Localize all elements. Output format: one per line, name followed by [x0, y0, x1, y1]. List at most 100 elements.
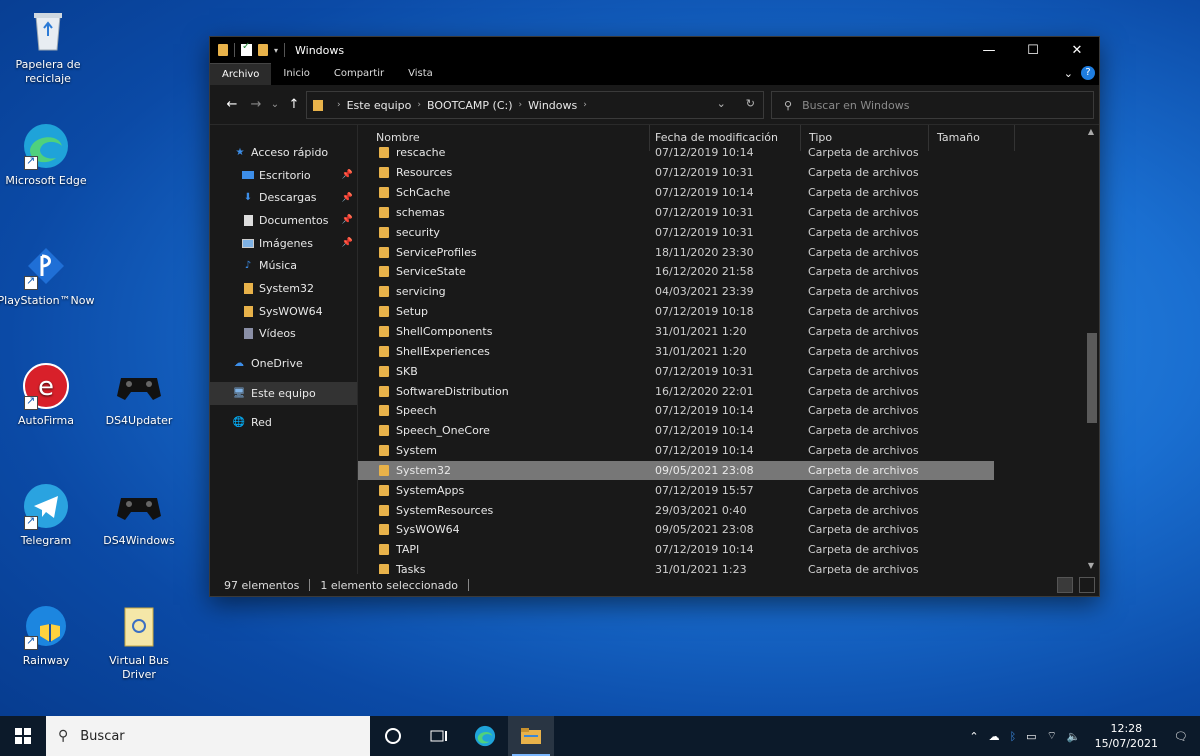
show-hidden-icons-icon[interactable]: ⌃	[969, 730, 978, 743]
table-row[interactable]: System32 09/05/2021 23:08 Carpeta de archi…	[358, 460, 994, 481]
nav-item-escritorio[interactable]: Escritorio 📌	[210, 164, 357, 187]
desktop-icon-ds4updater[interactable]: DS4Updater	[91, 362, 187, 428]
tab-archivo[interactable]: Archivo	[210, 63, 272, 85]
table-row[interactable]: SysWOW64 09/05/2021 23:08 Carpeta de archi…	[358, 520, 1081, 540]
table-row[interactable]: Setup 07/12/2019 10:18 Carpeta de archivos	[358, 302, 1081, 322]
address-history-icon[interactable]: ⌄	[717, 97, 726, 110]
nav-item-videos[interactable]: Vídeos	[210, 323, 357, 346]
address-bar[interactable]: › Este equipo › BOOTCAMP (C:) › Windows …	[306, 91, 764, 119]
chevron-right-icon: ›	[337, 100, 341, 110]
nav-item-syswow64[interactable]: SysWOW64	[210, 300, 357, 323]
table-row[interactable]: SystemResources 29/03/2021 0:40 Carpeta de…	[358, 500, 1081, 520]
table-row[interactable]: Speech_OneCore 07/12/2019 10:14 Carpeta de…	[358, 421, 1081, 441]
desktop-icon-playstation-now[interactable]: PlayStation™Now	[0, 242, 95, 308]
table-row[interactable]: ServiceState 16/12/2020 21:58 Carpeta de a…	[358, 262, 1081, 282]
cortana-button[interactable]	[370, 716, 416, 756]
taskbar-file-explorer[interactable]	[508, 716, 554, 756]
desktop-icon-virtual-bus-driver[interactable]: Virtual Bus Driver	[91, 602, 187, 682]
nav-item-red[interactable]: 🌐 Red	[210, 412, 357, 435]
tab-vista[interactable]: Vista	[396, 63, 445, 85]
nav-item-este-equipo[interactable]: 🖥 Este equipo	[210, 381, 357, 405]
nav-item-musica[interactable]: ♪ Música	[210, 254, 357, 277]
tab-inicio[interactable]: Inicio	[271, 63, 321, 85]
table-row[interactable]: Tasks 31/01/2021 1:23 Carpeta de archivos	[358, 560, 1081, 574]
desktop-icon-recycle-bin[interactable]: Papelera de reciclaje	[0, 6, 96, 86]
table-row[interactable]: ShellComponents 31/01/2021 1:20 Carpeta de…	[358, 322, 1081, 342]
file-date: 29/03/2021 0:40	[655, 503, 747, 517]
chevron-right-icon[interactable]: ›	[583, 100, 587, 110]
taskbar-edge[interactable]	[462, 716, 508, 756]
wifi-icon[interactable]: ⌔	[1047, 729, 1057, 743]
properties-icon[interactable]	[241, 41, 252, 56]
expand-ribbon-icon[interactable]: ⌄	[1064, 67, 1073, 80]
nav-item-onedrive[interactable]: ☁ OneDrive	[210, 352, 357, 375]
desktop-icon-rainway[interactable]: Rainway	[0, 602, 94, 668]
table-row[interactable]: schemas 07/12/2019 10:31 Carpeta de archiv…	[358, 203, 1081, 223]
new-folder-icon[interactable]	[258, 44, 268, 56]
table-row[interactable]: System 07/12/2019 10:14 Carpeta de archivo…	[358, 441, 1081, 461]
desktop-icon-edge[interactable]: Microsoft Edge	[0, 122, 94, 188]
clock[interactable]: 12:28 15/07/2021	[1095, 721, 1158, 751]
breadcrumb-este-equipo[interactable]: Este equipo	[347, 99, 412, 112]
nav-item-system32[interactable]: System32	[210, 277, 357, 300]
refresh-icon[interactable]: ↻	[746, 97, 755, 110]
minimize-button[interactable]: —	[967, 37, 1011, 63]
notifications-icon[interactable]: 🗨	[1174, 730, 1188, 743]
table-row[interactable]: Speech 07/12/2019 10:14 Carpeta de archivo…	[358, 401, 1081, 421]
folder-icon	[379, 226, 389, 238]
table-row[interactable]: SchCache 07/12/2019 10:14 Carpeta de archi…	[358, 183, 1081, 203]
scrollbar-thumb[interactable]	[1087, 333, 1097, 423]
nav-item-label: Este equipo	[251, 386, 316, 400]
large-icons-view-button[interactable]	[1079, 577, 1095, 593]
vertical-scrollbar[interactable]: ▲ ▼	[1083, 125, 1099, 573]
file-type: Carpeta de archivos	[808, 265, 919, 279]
folder-icon	[379, 266, 389, 278]
onedrive-tray-icon[interactable]: ☁	[989, 730, 1000, 743]
chevron-right-icon[interactable]: ›	[417, 100, 421, 110]
bluetooth-icon[interactable]: ᛒ	[1010, 730, 1017, 743]
task-view-button[interactable]	[416, 716, 462, 756]
desktop-icon-autofirma[interactable]: e AutoFirma	[0, 362, 94, 428]
customize-toolbar-icon[interactable]: ▾	[274, 46, 278, 55]
up-button[interactable]: ↑	[282, 97, 306, 112]
file-date: 04/03/2021 23:39	[655, 285, 754, 299]
file-date: 07/12/2019 10:14	[655, 543, 754, 557]
search-box[interactable]: ⚲ Buscar en Windows	[771, 91, 1094, 119]
file-name: SystemApps	[396, 483, 465, 497]
desktop-icon-ds4windows[interactable]: DS4Windows	[91, 482, 187, 548]
table-row[interactable]: ShellExperiences 31/01/2021 1:20 Carpeta d…	[358, 341, 1081, 361]
battery-icon[interactable]: ▭	[1026, 730, 1036, 743]
table-row[interactable]: Resources 07/12/2019 10:31 Carpeta de arch…	[358, 163, 1081, 183]
help-icon[interactable]: ?	[1081, 66, 1095, 80]
breadcrumb-windows[interactable]: Windows	[528, 99, 577, 112]
close-button[interactable]: ✕	[1055, 37, 1099, 63]
maximize-button[interactable]: ☐	[1011, 37, 1055, 63]
nav-item-descargas[interactable]: ⬇ Descargas 📌	[210, 186, 357, 209]
table-row[interactable]: ServiceProfiles 18/11/2020 23:30 Carpeta d…	[358, 242, 1081, 262]
recent-locations-icon[interactable]: ⌄	[268, 99, 282, 110]
volume-icon[interactable]: 🔈	[1067, 730, 1081, 743]
table-row[interactable]: TAPI 07/12/2019 10:14 Carpeta de archivos	[358, 540, 1081, 560]
table-row[interactable]: servicing 04/03/2021 23:39 Carpeta de arch…	[358, 282, 1081, 302]
file-date: 07/12/2019 10:31	[655, 364, 754, 378]
desktop-icon-telegram[interactable]: Telegram	[0, 482, 94, 548]
table-row[interactable]: SoftwareDistribution 16/12/2020 22:01 Carp…	[358, 381, 1081, 401]
nav-item-acceso-rapido[interactable]: ★ Acceso rápido	[210, 141, 357, 164]
table-row[interactable]: rescache 07/12/2019 10:14 Carpeta de archi…	[358, 143, 1081, 163]
nav-item-imagenes[interactable]: Imágenes 📌	[210, 232, 357, 255]
table-row[interactable]: SystemApps 07/12/2019 15:57 Carpeta de arc…	[358, 480, 1081, 500]
details-view-button[interactable]	[1057, 577, 1073, 593]
tab-compartir[interactable]: Compartir	[322, 63, 396, 85]
start-button[interactable]	[0, 716, 46, 756]
scroll-up-icon[interactable]: ▲	[1083, 125, 1099, 139]
file-date: 07/12/2019 10:14	[655, 444, 754, 458]
chevron-right-icon[interactable]: ›	[519, 100, 523, 110]
back-button[interactable]: ←	[220, 97, 244, 112]
table-row[interactable]: SKB 07/12/2019 10:31 Carpeta de archivos	[358, 361, 1081, 381]
scroll-down-icon[interactable]: ▼	[1083, 559, 1099, 573]
taskbar-search-box[interactable]: ⚲ Buscar	[46, 716, 370, 756]
forward-button[interactable]: →	[244, 97, 268, 112]
nav-item-documentos[interactable]: Documentos 📌	[210, 209, 357, 232]
breadcrumb-bootcamp[interactable]: BOOTCAMP (C:)	[427, 99, 513, 112]
table-row[interactable]: security 07/12/2019 10:31 Carpeta de archi…	[358, 222, 1081, 242]
